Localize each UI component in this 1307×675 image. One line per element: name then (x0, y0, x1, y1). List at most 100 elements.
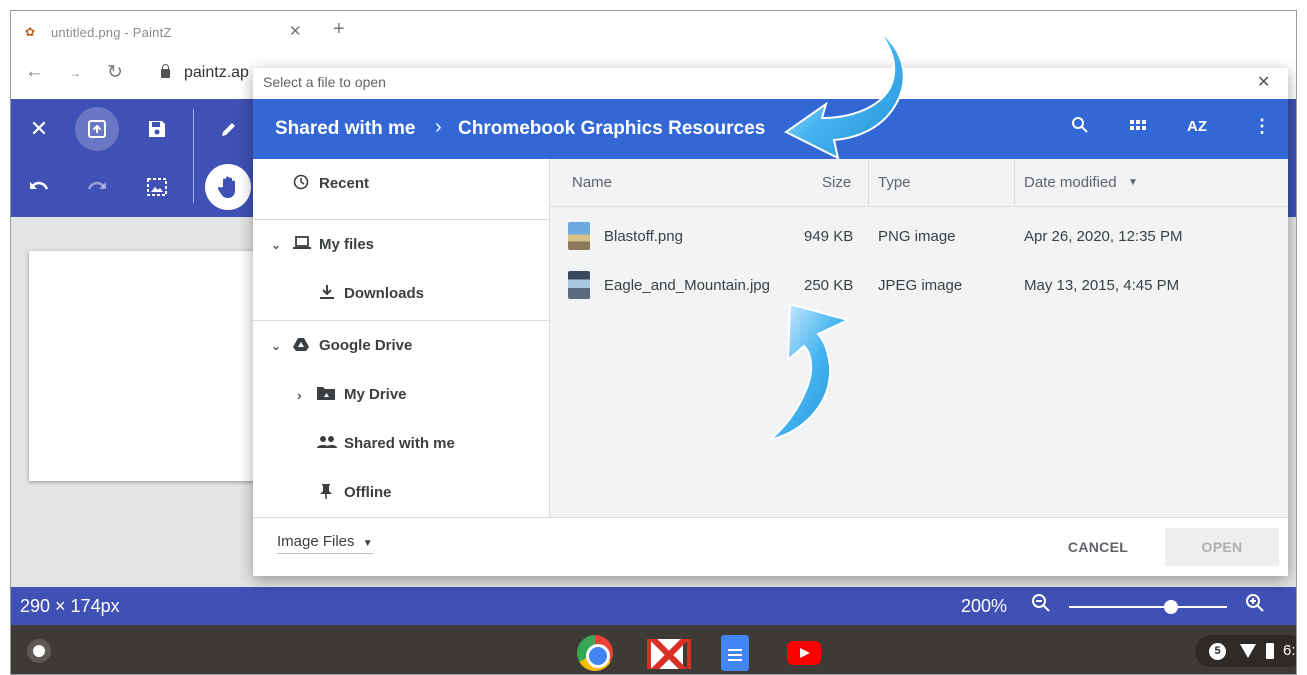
notification-count: 5 (1209, 643, 1226, 660)
file-type-filter-label: Image Files (277, 533, 355, 550)
open-button[interactable]: OPEN (1165, 528, 1279, 566)
nav-item-offline[interactable]: Offline (253, 468, 549, 517)
file-row[interactable]: Blastoff.png 949 KB PNG image Apr 26, 20… (550, 212, 1288, 261)
battery-icon (1266, 643, 1274, 659)
drive-folder-icon (317, 386, 335, 404)
zoom-slider-track[interactable] (1069, 606, 1227, 608)
column-divider[interactable] (1014, 159, 1015, 207)
sort-az-icon[interactable]: AZ (1187, 118, 1207, 135)
redo-icon[interactable] (75, 165, 119, 209)
zoom-level: 200% (961, 596, 1008, 616)
reload-icon[interactable]: ↻ (107, 61, 123, 84)
chromeos-shelf: 5 6: (11, 625, 1296, 674)
nav-item-downloads[interactable]: Downloads (253, 269, 549, 318)
nav-item-google-drive[interactable]: ⌄ Google Drive (253, 321, 549, 370)
dialog-footer: Image Files ▼ CANCEL OPEN (253, 517, 1288, 576)
file-list-header: Name Size Type Date modified ▼ (550, 159, 1288, 207)
system-tray[interactable]: 5 6: (1195, 635, 1296, 667)
column-header-date-modified[interactable]: Date modified (1024, 159, 1117, 207)
tab-title: untitled.png - PaintZ (51, 24, 172, 40)
browser-tab[interactable]: ✿ untitled.png - PaintZ (25, 21, 172, 43)
browser-tab-bar: ✿ untitled.png - PaintZ ✕ + (11, 11, 1296, 51)
hand-icon[interactable] (205, 164, 251, 210)
nav-label: Google Drive (319, 337, 413, 354)
google-drive-icon (293, 337, 309, 355)
wifi-icon (1240, 644, 1256, 658)
more-vert-icon[interactable]: ⋮ (1253, 116, 1271, 137)
file-open-dialog: Select a file to open ✕ Shared with me ›… (253, 68, 1288, 576)
canvas-dimensions: 290 × 174px (20, 596, 120, 616)
expand-chevron-icon[interactable]: ⌄ (271, 339, 281, 353)
close-tab-icon[interactable]: ✕ (289, 22, 302, 40)
close-icon[interactable]: ✕ (17, 107, 61, 151)
image-thumbnail (568, 222, 590, 250)
file-type: PNG image (878, 228, 956, 245)
grid-view-icon[interactable] (1129, 116, 1147, 139)
new-tab-icon[interactable]: + (333, 18, 345, 41)
back-icon[interactable]: ← (25, 61, 44, 83)
laptop-icon (293, 235, 311, 254)
paintz-favicon-icon: ✿ (25, 25, 36, 39)
file-list: Name Size Type Date modified ▼ Blastoff.… (550, 159, 1288, 517)
save-icon[interactable] (135, 107, 179, 151)
file-name: Eagle_and_Mountain.jpg (604, 277, 770, 294)
screen-frame: ✿ untitled.png - PaintZ ✕ + ← → ↻ paintz… (10, 10, 1297, 675)
search-icon[interactable] (1071, 116, 1089, 139)
nav-label: Shared with me (344, 435, 455, 452)
zoom-out-icon[interactable] (1031, 593, 1051, 619)
dialog-header: Shared with me › Chromebook Graphics Res… (253, 99, 1288, 159)
breadcrumb-current-folder[interactable]: Chromebook Graphics Resources (458, 118, 765, 140)
dialog-title: Select a file to open (263, 74, 386, 90)
clock: 6: (1283, 642, 1296, 659)
zoom-in-icon[interactable] (1245, 593, 1265, 619)
file-row[interactable]: Eagle_and_Mountain.jpg 250 KB JPEG image… (550, 261, 1288, 310)
nav-item-recent[interactable]: Recent (253, 159, 549, 208)
forward-icon[interactable]: → (69, 66, 81, 80)
file-type: JPEG image (878, 277, 963, 294)
column-divider[interactable] (868, 159, 869, 207)
nav-item-shared-with-me[interactable]: Shared with me (253, 419, 549, 468)
pin-icon (319, 483, 333, 503)
dialog-titlebar: Select a file to open ✕ (253, 68, 1288, 99)
youtube-icon[interactable] (787, 641, 821, 665)
nav-item-my-drive[interactable]: › My Drive (253, 370, 549, 419)
expand-chevron-icon[interactable]: › (297, 387, 302, 403)
nav-label: Recent (319, 175, 370, 192)
url-text[interactable]: paintz.ap (184, 64, 249, 82)
undo-icon[interactable] (17, 165, 61, 209)
breadcrumb-shared-with-me[interactable]: Shared with me (275, 118, 415, 140)
column-header-size[interactable]: Size (822, 159, 851, 207)
file-size: 949 KB (804, 228, 854, 245)
nav-label: My Drive (344, 386, 407, 403)
file-date: Apr 26, 2020, 12:35 PM (1024, 228, 1183, 245)
download-icon (319, 284, 335, 304)
expand-chevron-icon[interactable]: ⌄ (271, 238, 281, 252)
file-type-filter-dropdown[interactable]: Image Files ▼ (277, 533, 373, 554)
open-icon[interactable] (75, 107, 119, 151)
column-header-name[interactable]: Name (572, 159, 612, 207)
nav-label: My files (319, 236, 375, 253)
toolbar-divider (193, 109, 194, 203)
docs-icon[interactable] (721, 635, 749, 671)
nav-label: Offline (344, 484, 392, 501)
nav-item-my-files[interactable]: ⌄ My files (253, 220, 549, 269)
clock-icon (293, 174, 309, 194)
launcher-icon[interactable] (27, 639, 51, 663)
gmail-icon[interactable] (647, 639, 691, 669)
file-name: Blastoff.png (604, 228, 683, 245)
sort-descending-icon[interactable]: ▼ (1128, 159, 1138, 207)
crop-icon[interactable] (135, 165, 179, 209)
pencil-icon[interactable] (207, 107, 251, 151)
cancel-button[interactable]: CANCEL (1043, 528, 1153, 566)
status-bar: 290 × 174px 200% (11, 587, 1296, 625)
file-size: 250 KB (804, 277, 854, 294)
directory-tree: Recent ⌄ My files Downloads ⌄ Google Dri… (253, 159, 550, 517)
zoom-slider-thumb[interactable] (1164, 600, 1178, 614)
dropdown-arrow-icon: ▼ (362, 538, 373, 549)
nav-label: Downloads (344, 285, 425, 302)
dialog-close-icon[interactable]: ✕ (1257, 72, 1270, 92)
breadcrumb-separator-icon: › (435, 116, 442, 138)
chrome-icon[interactable] (577, 635, 613, 671)
people-icon (317, 435, 337, 453)
column-header-type[interactable]: Type (878, 159, 911, 207)
